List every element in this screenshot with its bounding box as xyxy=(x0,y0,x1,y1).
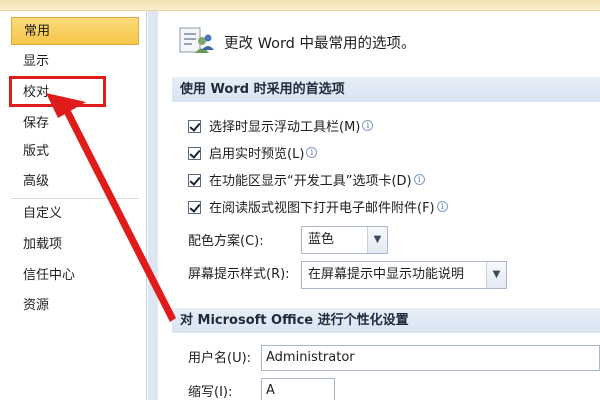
title-strip xyxy=(0,0,600,11)
chevron-down-icon[interactable]: ▼ xyxy=(367,227,387,253)
checkbox-email-attachments[interactable] xyxy=(188,201,201,214)
sidebar-item-layout[interactable]: 版式 xyxy=(11,138,139,166)
screentip-style-value: 在屏幕提示中显示功能说明 xyxy=(308,267,465,282)
sidebar-item-resources[interactable]: 资源 xyxy=(11,292,139,320)
options-main-panel: 更改 Word 中最常用的选项。 使用 Word 时采用的首选项 选择时显示浮动… xyxy=(158,11,600,400)
option-developer-tab-label: 在功能区显示“开发工具”选项卡(D) xyxy=(209,174,412,189)
annotation-highlight-box xyxy=(9,76,106,107)
panel-header: 更改 Word 中最常用的选项。 xyxy=(158,11,600,69)
option-floating-toolbar-label: 选择时显示浮动工具栏(M) xyxy=(209,120,361,135)
checkbox-developer-tab[interactable] xyxy=(188,174,201,187)
section-title-preferences: 使用 Word 时采用的首选项 xyxy=(172,77,600,102)
username-input[interactable]: Administrator xyxy=(261,345,600,371)
info-icon: i xyxy=(362,120,374,131)
option-live-preview[interactable]: 启用实时预览(L) i xyxy=(188,145,318,165)
screentip-style-select[interactable]: 在屏幕提示中显示功能说明 ▼ xyxy=(301,261,507,289)
initials-label: 缩写(I): xyxy=(188,385,233,400)
option-email-attachments-label: 在阅读版式视图下打开电子邮件附件(F) xyxy=(209,201,435,216)
options-sidebar: 常用 显示 校对 保存 版式 高级 自定义 加载项 信任中心 资源 xyxy=(0,11,147,400)
checkbox-live-preview[interactable] xyxy=(188,147,201,160)
sidebar-item-addins[interactable]: 加载项 xyxy=(11,231,139,259)
settings-people-icon xyxy=(179,27,214,53)
option-floating-toolbar[interactable]: 选择时显示浮动工具栏(M) i xyxy=(188,118,374,138)
screentip-style-label: 屏幕提示样式(R): xyxy=(188,267,290,282)
chevron-down-icon[interactable]: ▼ xyxy=(486,262,506,288)
checkbox-floating-toolbar[interactable] xyxy=(188,120,201,133)
panel-header-text: 更改 Word 中最常用的选项。 xyxy=(224,36,416,52)
option-live-preview-label: 启用实时预览(L) xyxy=(209,147,305,162)
sidebar-divider xyxy=(11,198,139,199)
option-email-attachments[interactable]: 在阅读版式视图下打开电子邮件附件(F) i xyxy=(188,199,448,219)
info-icon: i xyxy=(413,174,425,185)
sidebar-item-trust-center[interactable]: 信任中心 xyxy=(11,262,139,290)
sidebar-item-customize[interactable]: 自定义 xyxy=(11,200,139,228)
color-scheme-label: 配色方案(C): xyxy=(188,234,264,249)
option-developer-tab[interactable]: 在功能区显示“开发工具”选项卡(D) i xyxy=(188,172,425,192)
sidebar-item-general[interactable]: 常用 xyxy=(11,17,139,45)
username-label: 用户名(U): xyxy=(188,351,252,366)
initials-input[interactable]: A xyxy=(261,378,335,400)
panel-gap xyxy=(148,11,158,400)
info-icon: i xyxy=(306,147,318,158)
sidebar-item-advanced[interactable]: 高级 xyxy=(11,168,139,196)
info-icon: i xyxy=(436,201,448,212)
color-scheme-value: 蓝色 xyxy=(308,232,335,247)
color-scheme-select[interactable]: 蓝色 ▼ xyxy=(301,226,388,254)
sidebar-item-display[interactable]: 显示 xyxy=(11,48,139,76)
section-title-personalize: 对 Microsoft Office 进行个性化设置 xyxy=(172,308,600,333)
sidebar-item-save[interactable]: 保存 xyxy=(11,110,139,138)
